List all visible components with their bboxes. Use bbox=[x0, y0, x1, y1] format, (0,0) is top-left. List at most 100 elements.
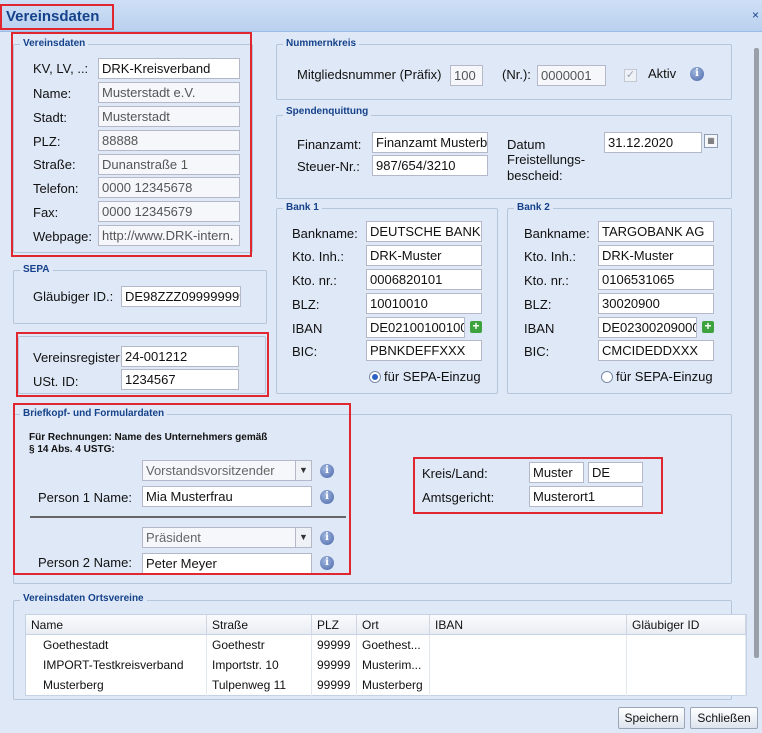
mitgliedsnummer-praefix-input[interactable]: 100 bbox=[450, 65, 483, 86]
bank2-bankname-input[interactable]: TARGOBANK AG bbox=[598, 221, 714, 242]
info-icon[interactable]: i bbox=[690, 67, 704, 81]
vereinsdaten-legend: Vereinsdaten bbox=[20, 38, 89, 50]
chevron-down-icon[interactable]: ▼ bbox=[295, 528, 311, 547]
cell-ort: Musterberg bbox=[357, 675, 430, 696]
finanzamt-label: Finanzamt: bbox=[297, 137, 362, 152]
bank1-bic-input[interactable]: PBNKDEFFXXX bbox=[366, 340, 482, 361]
close-icon[interactable]: × bbox=[752, 8, 762, 22]
cell-ort: Goethest... bbox=[357, 635, 430, 656]
datum-input[interactable]: 31.12.2020 bbox=[604, 132, 702, 153]
name-input[interactable]: Musterstadt e.V. bbox=[98, 82, 240, 103]
column-header-iban[interactable]: IBAN bbox=[430, 615, 627, 635]
kreis-input[interactable]: Muster bbox=[529, 462, 584, 483]
vereinsregister-input[interactable]: 24-001212 bbox=[121, 346, 239, 367]
kv-input[interactable]: DRK-Kreisverband bbox=[98, 58, 240, 79]
bank1-kontonr-input[interactable]: 0006820101 bbox=[366, 269, 482, 290]
close-button[interactable]: Schließen bbox=[690, 707, 758, 729]
column-header-strasse[interactable]: Straße bbox=[207, 615, 312, 635]
amtsgericht-label: Amtsgericht: bbox=[422, 490, 495, 505]
bank2-sepa-label: für SEPA-Einzug bbox=[616, 369, 713, 384]
person1-name-input[interactable]: Mia Musterfrau bbox=[142, 486, 312, 507]
mitgliedsnummer-label: Mitgliedsnummer (Präfix) bbox=[297, 67, 442, 82]
steuer-input[interactable]: 987/654/3210 bbox=[372, 155, 488, 176]
nr-input[interactable]: 0000001 bbox=[537, 65, 606, 86]
bank2-blz-input[interactable]: 30020900 bbox=[598, 293, 714, 314]
stadt-input[interactable]: Musterstadt bbox=[98, 106, 240, 127]
finanzamt-input[interactable]: Finanzamt Musterb bbox=[372, 132, 488, 153]
cell-plz: 99999 bbox=[312, 635, 357, 656]
column-header-glaeubiger[interactable]: Gläubiger ID bbox=[627, 615, 746, 635]
bank1-bankname-input[interactable]: DEUTSCHE BANK A bbox=[366, 221, 482, 242]
bank1-blz-label: BLZ: bbox=[292, 297, 320, 312]
cell-glaeubiger bbox=[627, 635, 746, 656]
info-icon[interactable]: i bbox=[320, 531, 334, 545]
bank2-legend: Bank 2 bbox=[514, 202, 553, 214]
land-input[interactable]: DE bbox=[588, 462, 643, 483]
webpage-label: Webpage: bbox=[33, 229, 93, 244]
info-icon[interactable]: i bbox=[320, 464, 334, 478]
bank2-sepa-radio[interactable] bbox=[601, 371, 613, 383]
nummernkreis-legend: Nummernkreis bbox=[283, 38, 360, 50]
telefon-label: Telefon: bbox=[33, 181, 79, 196]
bank1-inhaber-input[interactable]: DRK-Muster bbox=[366, 245, 482, 266]
briefkopf-legend: Briefkopf- und Formulardaten bbox=[20, 408, 168, 420]
fax-label: Fax: bbox=[33, 205, 59, 220]
bank2-bankname-label: Bankname: bbox=[524, 226, 590, 241]
save-button[interactable]: Speichern bbox=[618, 707, 685, 729]
calendar-icon[interactable]: ▦ bbox=[704, 134, 718, 148]
person2-role-select[interactable]: Präsident ▼ bbox=[142, 527, 312, 548]
bank1-iban-input[interactable]: DE02100100100 bbox=[366, 317, 465, 338]
glaeubiger-input[interactable]: DE98ZZZ099999999 bbox=[121, 286, 241, 307]
bank1-bankname-label: Bankname: bbox=[292, 226, 358, 241]
chevron-down-icon[interactable]: ▼ bbox=[295, 461, 311, 480]
telefon-input[interactable]: 0000 12345678 bbox=[98, 177, 240, 198]
cell-ort: Musterim... bbox=[357, 655, 430, 676]
bank1-legend: Bank 1 bbox=[283, 202, 322, 214]
info-icon[interactable]: i bbox=[320, 490, 334, 504]
column-header-ort[interactable]: Ort bbox=[357, 615, 430, 635]
person1-role-value: Vorstandsvorsitzender bbox=[146, 463, 275, 478]
add-iban-icon[interactable]: + bbox=[702, 320, 714, 333]
aktiv-checkbox[interactable]: ✓ bbox=[624, 69, 637, 82]
bank1-sepa-label: für SEPA-Einzug bbox=[384, 369, 481, 384]
person2-name-input[interactable]: Peter Meyer bbox=[142, 553, 312, 574]
bank2-inhaber-input[interactable]: DRK-Muster bbox=[598, 245, 714, 266]
person2-label: Person 2 Name: bbox=[38, 555, 132, 570]
cell-name: IMPORT-Testkreisverband bbox=[38, 655, 207, 676]
plz-input[interactable]: 88888 bbox=[98, 130, 240, 151]
kreis-label: Kreis/Land: bbox=[422, 466, 488, 481]
briefkopf-note-2: § 14 Abs. 4 USTG: bbox=[29, 444, 115, 455]
kv-label: KV, LV, ..: bbox=[33, 61, 89, 76]
bank2-iban-label: IBAN bbox=[524, 321, 555, 336]
cell-glaeubiger bbox=[627, 675, 746, 696]
ortsvereine-legend: Vereinsdaten Ortsvereine bbox=[20, 593, 147, 605]
bank2-kontonr-input[interactable]: 0106531065 bbox=[598, 269, 714, 290]
add-iban-icon[interactable]: + bbox=[470, 320, 482, 333]
nr-label: (Nr.): bbox=[502, 67, 531, 82]
window-titlebar bbox=[0, 0, 762, 32]
bank2-bic-input[interactable]: CMCIDEDDXXX bbox=[598, 340, 714, 361]
stadt-label: Stadt: bbox=[33, 110, 67, 125]
bank2-iban-input[interactable]: DE023002090001 bbox=[598, 317, 697, 338]
bank1-sepa-radio[interactable] bbox=[369, 371, 381, 383]
vereinsregister-label: Vereinsregister: bbox=[33, 350, 124, 365]
steuer-label: Steuer-Nr.: bbox=[297, 159, 360, 174]
datum-label-1: Datum bbox=[507, 137, 546, 152]
column-header-name[interactable]: Name bbox=[26, 615, 207, 635]
fax-input[interactable]: 0000 12345679 bbox=[98, 201, 240, 222]
bank2-blz-label: BLZ: bbox=[524, 297, 552, 312]
cell-glaeubiger bbox=[627, 655, 746, 676]
person1-role-select[interactable]: Vorstandsvorsitzender ▼ bbox=[142, 460, 312, 481]
column-header-plz[interactable]: PLZ bbox=[312, 615, 357, 635]
info-icon[interactable]: i bbox=[320, 556, 334, 570]
aktiv-label: Aktiv bbox=[648, 66, 677, 81]
webpage-input[interactable]: http://www.DRK-intern. bbox=[98, 225, 240, 246]
cell-iban bbox=[430, 655, 627, 676]
ust-input[interactable]: 1234567 bbox=[121, 369, 239, 390]
bank2-inhaber-label: Kto. Inh.: bbox=[524, 249, 577, 264]
amtsgericht-input[interactable]: Musterort1 bbox=[529, 486, 643, 507]
window-title: Vereinsdaten bbox=[6, 8, 100, 25]
strasse-input[interactable]: Dunanstraße 1 bbox=[98, 154, 240, 175]
bank1-blz-input[interactable]: 10010010 bbox=[366, 293, 482, 314]
scrollbar-thumb[interactable] bbox=[754, 48, 759, 658]
